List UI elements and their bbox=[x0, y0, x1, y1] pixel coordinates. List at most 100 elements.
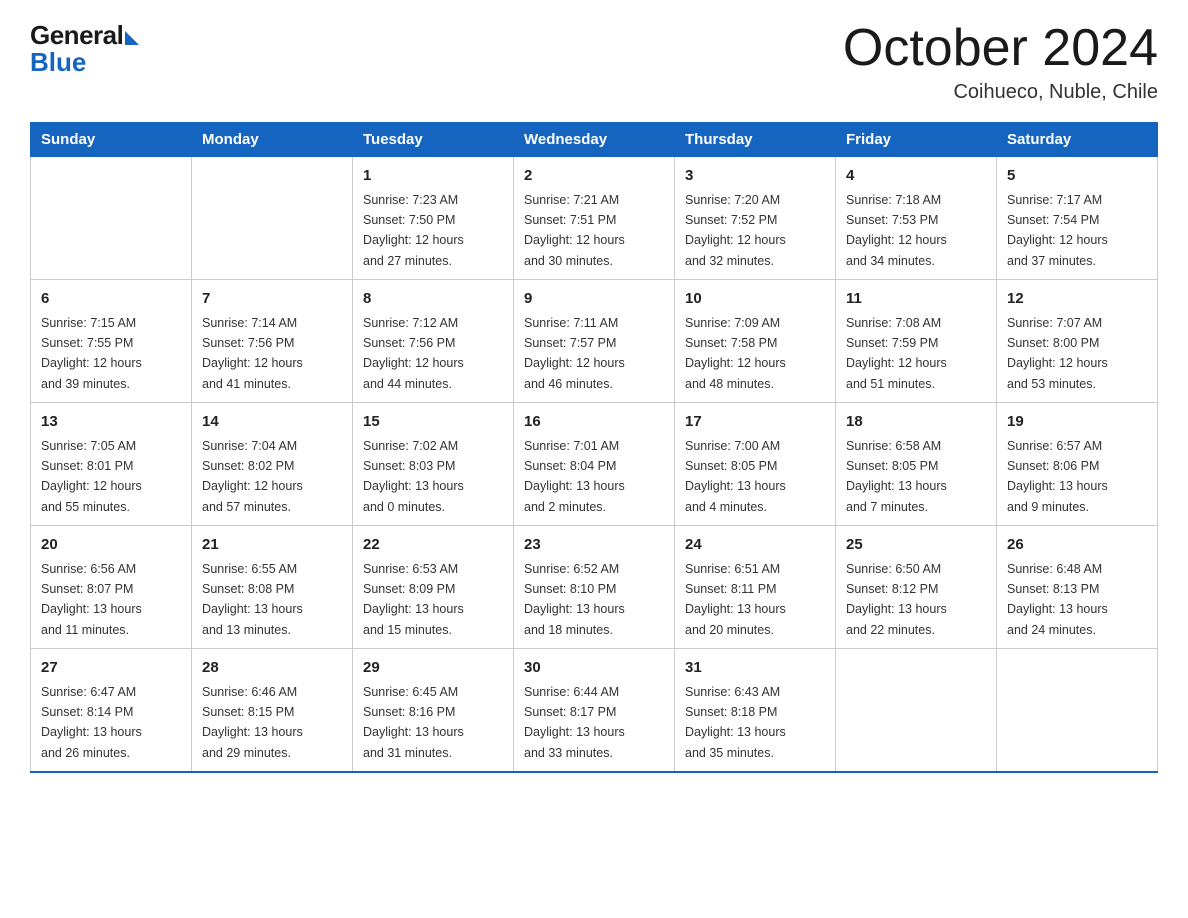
day-number: 10 bbox=[685, 288, 825, 311]
day-number: 25 bbox=[846, 534, 986, 557]
header-cell-tuesday: Tuesday bbox=[353, 123, 514, 157]
day-info: Sunrise: 7:02 AM Sunset: 8:03 PM Dayligh… bbox=[363, 439, 464, 514]
day-number: 20 bbox=[41, 534, 181, 557]
day-cell: 25 Sunrise: 6:50 AM Sunset: 8:12 PM Dayli… bbox=[836, 526, 997, 649]
day-cell: 14Sunrise: 7:04 AM Sunset: 8:02 PM Dayli… bbox=[192, 403, 353, 526]
day-info: Sunrise: 7:01 AM Sunset: 8:04 PM Dayligh… bbox=[524, 439, 625, 514]
day-cell: 18 Sunrise: 6:58 AM Sunset: 8:05 PM Dayli… bbox=[836, 403, 997, 526]
day-cell: 15 Sunrise: 7:02 AM Sunset: 8:03 PM Dayli… bbox=[353, 403, 514, 526]
day-info: Sunrise: 7:11 AM Sunset: 7:57 PM Dayligh… bbox=[524, 316, 625, 391]
header-cell-thursday: Thursday bbox=[675, 123, 836, 157]
day-info: Sunrise: 7:05 AM Sunset: 8:01 PM Dayligh… bbox=[41, 439, 142, 514]
day-info: Sunrise: 7:09 AM Sunset: 7:58 PM Dayligh… bbox=[685, 316, 786, 391]
day-cell bbox=[192, 157, 353, 280]
day-cell: 26Sunrise: 6:48 AM Sunset: 8:13 PM Dayli… bbox=[997, 526, 1158, 649]
day-cell: 20 Sunrise: 6:56 AM Sunset: 8:07 PM Dayli… bbox=[31, 526, 192, 649]
day-cell: 12Sunrise: 7:07 AM Sunset: 8:00 PM Dayli… bbox=[997, 280, 1158, 403]
day-cell: 4Sunrise: 7:18 AM Sunset: 7:53 PM Daylig… bbox=[836, 157, 997, 280]
day-number: 29 bbox=[363, 657, 503, 680]
day-cell: 17 Sunrise: 7:00 AM Sunset: 8:05 PM Dayli… bbox=[675, 403, 836, 526]
day-number: 2 bbox=[524, 165, 664, 188]
day-cell: 13 Sunrise: 7:05 AM Sunset: 8:01 PM Dayli… bbox=[31, 403, 192, 526]
day-info: Sunrise: 6:57 AM Sunset: 8:06 PM Dayligh… bbox=[1007, 439, 1108, 514]
title-block: October 2024 Coihueco, Nuble, Chile bbox=[843, 20, 1158, 104]
day-cell: 23Sunrise: 6:52 AM Sunset: 8:10 PM Dayli… bbox=[514, 526, 675, 649]
day-number: 30 bbox=[524, 657, 664, 680]
day-info: Sunrise: 7:04 AM Sunset: 8:02 PM Dayligh… bbox=[202, 439, 303, 514]
day-number: 28 bbox=[202, 657, 342, 680]
day-cell: 2Sunrise: 7:21 AM Sunset: 7:51 PM Daylig… bbox=[514, 157, 675, 280]
week-row-5: 27 Sunrise: 6:47 AM Sunset: 8:14 PM Dayli… bbox=[31, 649, 1158, 773]
day-info: Sunrise: 7:20 AM Sunset: 7:52 PM Dayligh… bbox=[685, 193, 786, 268]
day-cell: 11 Sunrise: 7:08 AM Sunset: 7:59 PM Dayli… bbox=[836, 280, 997, 403]
day-info: Sunrise: 7:08 AM Sunset: 7:59 PM Dayligh… bbox=[846, 316, 947, 391]
page-header: General Blue October 2024 Coihueco, Nubl… bbox=[30, 20, 1158, 104]
header-cell-monday: Monday bbox=[192, 123, 353, 157]
day-number: 18 bbox=[846, 411, 986, 434]
day-cell: 1Sunrise: 7:23 AM Sunset: 7:50 PM Daylig… bbox=[353, 157, 514, 280]
day-number: 24 bbox=[685, 534, 825, 557]
day-number: 21 bbox=[202, 534, 342, 557]
day-cell: 8 Sunrise: 7:12 AM Sunset: 7:56 PM Daylig… bbox=[353, 280, 514, 403]
day-info: Sunrise: 6:58 AM Sunset: 8:05 PM Dayligh… bbox=[846, 439, 947, 514]
day-info: Sunrise: 6:51 AM Sunset: 8:11 PM Dayligh… bbox=[685, 562, 786, 637]
day-cell: 27 Sunrise: 6:47 AM Sunset: 8:14 PM Dayli… bbox=[31, 649, 192, 773]
day-info: Sunrise: 7:00 AM Sunset: 8:05 PM Dayligh… bbox=[685, 439, 786, 514]
day-number: 1 bbox=[363, 165, 503, 188]
day-info: Sunrise: 6:55 AM Sunset: 8:08 PM Dayligh… bbox=[202, 562, 303, 637]
day-cell: 19 Sunrise: 6:57 AM Sunset: 8:06 PM Dayli… bbox=[997, 403, 1158, 526]
day-cell: 9 Sunrise: 7:11 AM Sunset: 7:57 PM Daylig… bbox=[514, 280, 675, 403]
logo: General Blue bbox=[30, 20, 139, 78]
day-number: 17 bbox=[685, 411, 825, 434]
day-cell bbox=[836, 649, 997, 773]
day-number: 27 bbox=[41, 657, 181, 680]
logo-blue-text: Blue bbox=[30, 47, 86, 78]
day-info: Sunrise: 7:12 AM Sunset: 7:56 PM Dayligh… bbox=[363, 316, 464, 391]
day-number: 31 bbox=[685, 657, 825, 680]
day-cell: 3Sunrise: 7:20 AM Sunset: 7:52 PM Daylig… bbox=[675, 157, 836, 280]
day-cell: 6 Sunrise: 7:15 AM Sunset: 7:55 PM Daylig… bbox=[31, 280, 192, 403]
month-title: October 2024 bbox=[843, 20, 1158, 77]
day-cell: 5 Sunrise: 7:17 AM Sunset: 7:54 PM Daylig… bbox=[997, 157, 1158, 280]
day-info: Sunrise: 7:17 AM Sunset: 7:54 PM Dayligh… bbox=[1007, 193, 1108, 268]
day-info: Sunrise: 7:15 AM Sunset: 7:55 PM Dayligh… bbox=[41, 316, 142, 391]
day-number: 22 bbox=[363, 534, 503, 557]
day-number: 7 bbox=[202, 288, 342, 311]
header-cell-sunday: Sunday bbox=[31, 123, 192, 157]
header-row: SundayMondayTuesdayWednesdayThursdayFrid… bbox=[31, 123, 1158, 157]
day-info: Sunrise: 6:47 AM Sunset: 8:14 PM Dayligh… bbox=[41, 685, 142, 760]
day-info: Sunrise: 6:46 AM Sunset: 8:15 PM Dayligh… bbox=[202, 685, 303, 760]
day-cell: 29 Sunrise: 6:45 AM Sunset: 8:16 PM Dayli… bbox=[353, 649, 514, 773]
day-cell: 31 Sunrise: 6:43 AM Sunset: 8:18 PM Dayli… bbox=[675, 649, 836, 773]
day-number: 19 bbox=[1007, 411, 1147, 434]
week-row-3: 13 Sunrise: 7:05 AM Sunset: 8:01 PM Dayli… bbox=[31, 403, 1158, 526]
day-number: 15 bbox=[363, 411, 503, 434]
day-cell: 30Sunrise: 6:44 AM Sunset: 8:17 PM Dayli… bbox=[514, 649, 675, 773]
day-info: Sunrise: 6:56 AM Sunset: 8:07 PM Dayligh… bbox=[41, 562, 142, 637]
day-info: Sunrise: 6:53 AM Sunset: 8:09 PM Dayligh… bbox=[363, 562, 464, 637]
day-cell: 22 Sunrise: 6:53 AM Sunset: 8:09 PM Dayli… bbox=[353, 526, 514, 649]
day-cell: 7 Sunrise: 7:14 AM Sunset: 7:56 PM Daylig… bbox=[192, 280, 353, 403]
location-subtitle: Coihueco, Nuble, Chile bbox=[843, 81, 1158, 104]
day-info: Sunrise: 6:45 AM Sunset: 8:16 PM Dayligh… bbox=[363, 685, 464, 760]
day-cell bbox=[997, 649, 1158, 773]
day-number: 16 bbox=[524, 411, 664, 434]
day-cell: 21 Sunrise: 6:55 AM Sunset: 8:08 PM Dayli… bbox=[192, 526, 353, 649]
day-cell: 16 Sunrise: 7:01 AM Sunset: 8:04 PM Dayli… bbox=[514, 403, 675, 526]
day-number: 6 bbox=[41, 288, 181, 311]
header-cell-wednesday: Wednesday bbox=[514, 123, 675, 157]
header-cell-friday: Friday bbox=[836, 123, 997, 157]
day-number: 5 bbox=[1007, 165, 1147, 188]
day-number: 26 bbox=[1007, 534, 1147, 557]
day-cell bbox=[31, 157, 192, 280]
day-cell: 28 Sunrise: 6:46 AM Sunset: 8:15 PM Dayli… bbox=[192, 649, 353, 773]
day-info: Sunrise: 6:50 AM Sunset: 8:12 PM Dayligh… bbox=[846, 562, 947, 637]
day-info: Sunrise: 7:14 AM Sunset: 7:56 PM Dayligh… bbox=[202, 316, 303, 391]
day-number: 11 bbox=[846, 288, 986, 311]
day-number: 13 bbox=[41, 411, 181, 434]
day-number: 9 bbox=[524, 288, 664, 311]
day-number: 8 bbox=[363, 288, 503, 311]
week-row-1: 1Sunrise: 7:23 AM Sunset: 7:50 PM Daylig… bbox=[31, 157, 1158, 280]
day-info: Sunrise: 6:43 AM Sunset: 8:18 PM Dayligh… bbox=[685, 685, 786, 760]
calendar-body: 1Sunrise: 7:23 AM Sunset: 7:50 PM Daylig… bbox=[31, 157, 1158, 773]
